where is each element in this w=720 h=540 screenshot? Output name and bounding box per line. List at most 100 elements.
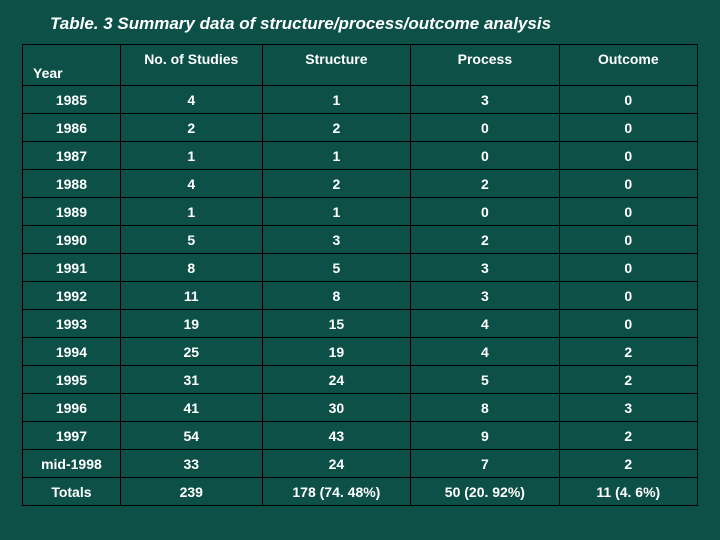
cell-studies: 54 xyxy=(120,422,262,450)
table-row: 19871100 xyxy=(23,142,698,170)
cell-outcome: 0 xyxy=(559,86,697,114)
cell-process: 2 xyxy=(411,170,560,198)
cell-structure: 43 xyxy=(262,422,411,450)
table-row: 19891100 xyxy=(23,198,698,226)
cell-outcome: 2 xyxy=(559,422,697,450)
col-header-structure: Structure xyxy=(262,45,411,86)
cell-year: 1988 xyxy=(23,170,121,198)
cell-outcome: 2 xyxy=(559,450,697,478)
cell-studies: 11 xyxy=(120,282,262,310)
table-row: 19918530 xyxy=(23,254,698,282)
cell-process: 8 xyxy=(411,394,560,422)
cell-year: 1997 xyxy=(23,422,121,450)
cell-structure: 24 xyxy=(262,450,411,478)
col-header-studies: No. of Studies xyxy=(120,45,262,86)
table-title: Table. 3 Summary data of structure/proce… xyxy=(50,14,698,34)
col-header-process: Process xyxy=(411,45,560,86)
cell-process: 3 xyxy=(411,282,560,310)
table-row: 19884220 xyxy=(23,170,698,198)
cell-structure: 8 xyxy=(262,282,411,310)
cell-year: 1987 xyxy=(23,142,121,170)
table-row: mid-1998332472 xyxy=(23,450,698,478)
col-header-year: Year xyxy=(23,45,121,86)
cell-studies: 1 xyxy=(120,198,262,226)
cell-process: 3 xyxy=(411,86,560,114)
cell-year: 1985 xyxy=(23,86,121,114)
cell-studies: 5 xyxy=(120,226,262,254)
cell-year: 1995 xyxy=(23,366,121,394)
cell-outcome: 0 xyxy=(559,114,697,142)
cell-outcome: 0 xyxy=(559,142,697,170)
table-row: 1995312452 xyxy=(23,366,698,394)
cell-year: mid-1998 xyxy=(23,450,121,478)
cell-outcome: 0 xyxy=(559,226,697,254)
cell-structure: 3 xyxy=(262,226,411,254)
table-row: 1993191540 xyxy=(23,310,698,338)
cell-process: 0 xyxy=(411,142,560,170)
cell-structure: 30 xyxy=(262,394,411,422)
cell-year: 1996 xyxy=(23,394,121,422)
table-row: 199211830 xyxy=(23,282,698,310)
table-row: 19862200 xyxy=(23,114,698,142)
cell-studies: 19 xyxy=(120,310,262,338)
cell-outcome: 0 xyxy=(559,282,697,310)
table-row: 1997544392 xyxy=(23,422,698,450)
table-body: 1985413019862200198711001988422019891100… xyxy=(23,86,698,478)
cell-studies: 31 xyxy=(120,366,262,394)
totals-label: Totals xyxy=(23,478,121,506)
cell-process: 4 xyxy=(411,310,560,338)
cell-process: 9 xyxy=(411,422,560,450)
table-row: 1996413083 xyxy=(23,394,698,422)
slide: Table. 3 Summary data of structure/proce… xyxy=(0,0,720,540)
table-row: 19905320 xyxy=(23,226,698,254)
totals-outcome: 11 (4. 6%) xyxy=(559,478,697,506)
col-header-outcome: Outcome xyxy=(559,45,697,86)
cell-studies: 4 xyxy=(120,86,262,114)
cell-process: 0 xyxy=(411,198,560,226)
cell-outcome: 0 xyxy=(559,170,697,198)
cell-outcome: 2 xyxy=(559,366,697,394)
cell-year: 1993 xyxy=(23,310,121,338)
totals-row: Totals 239 178 (74. 48%) 50 (20. 92%) 11… xyxy=(23,478,698,506)
cell-outcome: 2 xyxy=(559,338,697,366)
cell-studies: 1 xyxy=(120,142,262,170)
cell-year: 1986 xyxy=(23,114,121,142)
cell-structure: 19 xyxy=(262,338,411,366)
cell-studies: 41 xyxy=(120,394,262,422)
cell-structure: 1 xyxy=(262,86,411,114)
cell-studies: 2 xyxy=(120,114,262,142)
table-row: 19854130 xyxy=(23,86,698,114)
cell-structure: 5 xyxy=(262,254,411,282)
cell-process: 2 xyxy=(411,226,560,254)
cell-outcome: 0 xyxy=(559,310,697,338)
cell-year: 1992 xyxy=(23,282,121,310)
totals-process: 50 (20. 92%) xyxy=(411,478,560,506)
cell-year: 1991 xyxy=(23,254,121,282)
cell-process: 0 xyxy=(411,114,560,142)
cell-structure: 15 xyxy=(262,310,411,338)
cell-studies: 8 xyxy=(120,254,262,282)
cell-process: 3 xyxy=(411,254,560,282)
cell-process: 4 xyxy=(411,338,560,366)
cell-year: 1994 xyxy=(23,338,121,366)
cell-year: 1990 xyxy=(23,226,121,254)
cell-studies: 33 xyxy=(120,450,262,478)
cell-structure: 1 xyxy=(262,198,411,226)
cell-structure: 2 xyxy=(262,114,411,142)
cell-year: 1989 xyxy=(23,198,121,226)
table-header-row: Year No. of Studies Structure Process Ou… xyxy=(23,45,698,86)
cell-structure: 24 xyxy=(262,366,411,394)
cell-structure: 1 xyxy=(262,142,411,170)
cell-studies: 4 xyxy=(120,170,262,198)
data-table: Year No. of Studies Structure Process Ou… xyxy=(22,44,698,506)
cell-outcome: 3 xyxy=(559,394,697,422)
cell-studies: 25 xyxy=(120,338,262,366)
cell-outcome: 0 xyxy=(559,198,697,226)
totals-studies: 239 xyxy=(120,478,262,506)
cell-process: 5 xyxy=(411,366,560,394)
totals-structure: 178 (74. 48%) xyxy=(262,478,411,506)
table-row: 1994251942 xyxy=(23,338,698,366)
cell-outcome: 0 xyxy=(559,254,697,282)
cell-process: 7 xyxy=(411,450,560,478)
cell-structure: 2 xyxy=(262,170,411,198)
